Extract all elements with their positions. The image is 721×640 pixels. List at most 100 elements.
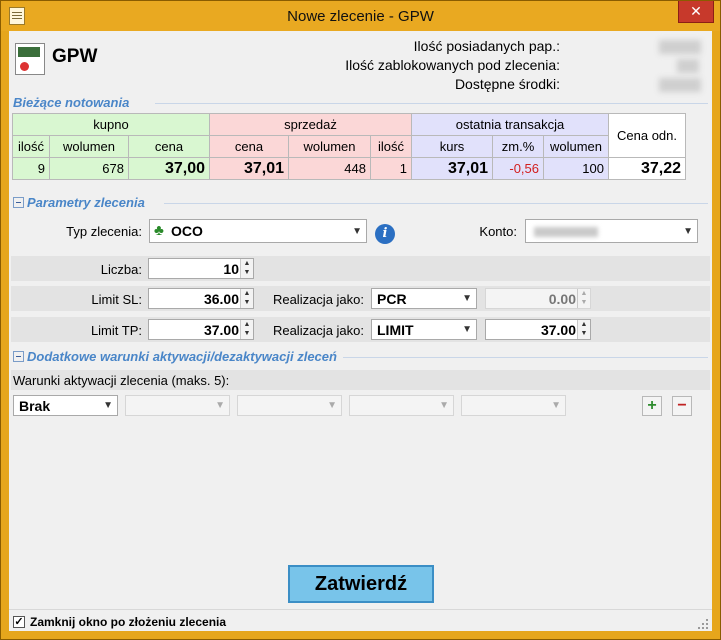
last-change-header: zm.%	[492, 135, 544, 158]
chevron-down-icon: ▼	[439, 400, 449, 411]
last-volume-value: 100	[543, 157, 609, 180]
order-type-select[interactable]: ♣ OCO ▼	[149, 219, 367, 243]
info-icon[interactable]: i	[375, 224, 395, 244]
chevron-down-icon: ▼	[462, 293, 472, 304]
chevron-down-icon: ▼	[327, 400, 337, 411]
last-change-value: -0,56	[492, 157, 544, 180]
quantity-label: Liczba:	[100, 262, 142, 277]
last-rate-header: kurs	[411, 135, 493, 158]
client-area: GPW Ilość posiadanych pap.: Ilość zablok…	[9, 31, 712, 631]
sell-group-header: sprzedaż	[209, 113, 412, 136]
available-funds-value	[659, 78, 701, 92]
sl-realization-value: PCR	[377, 291, 407, 307]
title-bar[interactable]: Nowe zlecenie - GPW ✕	[1, 1, 720, 31]
tp-realization-select[interactable]: LIMIT ▼	[371, 319, 477, 340]
tp-realization-label: Realizacja jako:	[272, 323, 364, 338]
section-divider	[343, 357, 708, 358]
sl-realization-select[interactable]: PCR ▼	[371, 288, 477, 309]
sl-price-stepper: 0.00 ▲ ▼	[485, 288, 591, 309]
chevron-down-icon: ▼	[352, 226, 362, 237]
buy-qty-value: 9	[12, 157, 50, 180]
submit-button[interactable]: Zatwierdź	[288, 565, 434, 603]
limit-sl-stepper[interactable]: 36.00 ▲ ▼	[148, 288, 254, 309]
buy-qty-header: ilość	[12, 135, 50, 158]
instrument-symbol: GPW	[52, 46, 98, 67]
limit-tp-value: 37.00	[203, 322, 239, 338]
last-trade-group-header: ostatnia transakcja	[411, 113, 609, 136]
account-select[interactable]: ▼	[525, 219, 698, 243]
buy-price-value: 37,00	[128, 157, 210, 180]
quantity-stepper[interactable]: 10 ▲ ▼	[148, 258, 254, 279]
order-params-section[interactable]: Parametry zlecenia	[13, 195, 145, 210]
footer-divider	[9, 609, 712, 610]
activation-label: Warunki aktywacji zlecenia (maks. 5):	[13, 373, 230, 388]
section-divider	[155, 103, 708, 104]
reference-price-header: Cena odn.	[608, 113, 686, 158]
stepper-arrows-icon: ▲ ▼	[577, 289, 590, 308]
order-params-section-title: Parametry zlecenia	[27, 195, 145, 210]
stepper-arrows-icon[interactable]: ▲ ▼	[240, 289, 253, 308]
collapse-icon[interactable]	[13, 197, 24, 208]
condition-select-2: ▼	[125, 395, 230, 416]
condition-select-1-value: Brak	[19, 398, 51, 414]
condition-select-3: ▼	[237, 395, 342, 416]
current-quotes-section-title: Bieżące notowania	[13, 95, 130, 110]
collapse-icon[interactable]	[13, 351, 24, 362]
buy-price-header: cena	[128, 135, 210, 158]
limit-tp-stepper[interactable]: 37.00 ▲ ▼	[148, 319, 254, 340]
condition-select-1[interactable]: Brak ▼	[13, 395, 118, 416]
close-after-checkbox[interactable]: ✓	[13, 616, 25, 628]
window-title: Nowe zlecenie - GPW	[287, 8, 434, 25]
instrument-logo	[15, 43, 45, 75]
sell-volume-header: wolumen	[288, 135, 371, 158]
quotes-table: kupno sprzedaż ostatnia transakcja Cena …	[12, 113, 686, 180]
limit-tp-label: Limit TP:	[90, 323, 142, 338]
sell-price-header: cena	[209, 135, 289, 158]
sell-qty-value: 1	[370, 157, 412, 180]
buy-group-header: kupno	[12, 113, 210, 136]
chevron-down-icon: ▼	[103, 400, 113, 411]
buy-volume-value: 678	[49, 157, 129, 180]
condition-select-4: ▼	[349, 395, 454, 416]
resize-grip-icon[interactable]	[698, 619, 708, 629]
chevron-down-icon: ▼	[683, 226, 693, 237]
conditions-section[interactable]: Dodatkowe warunki aktywacji/dezaktywacji…	[13, 349, 337, 364]
stepper-arrows-icon[interactable]: ▲ ▼	[577, 320, 590, 339]
sell-price-value: 37,01	[209, 157, 289, 180]
quantity-value: 10	[223, 261, 239, 277]
order-window: Nowe zlecenie - GPW ✕ GPW Ilość posiadan…	[0, 0, 721, 640]
account-value	[534, 227, 598, 237]
owned-securities-value	[659, 40, 701, 54]
limit-sl-label: Limit SL:	[91, 292, 142, 307]
stepper-arrows-icon[interactable]: ▲ ▼	[240, 320, 253, 339]
account-label: Konto:	[479, 224, 517, 239]
limit-sl-value: 36.00	[203, 291, 239, 307]
condition-select-5: ▼	[461, 395, 566, 416]
remove-condition-button[interactable]: −	[672, 396, 692, 416]
conditions-section-title: Dodatkowe warunki aktywacji/dezaktywacji…	[27, 349, 337, 364]
stepper-arrows-icon[interactable]: ▲ ▼	[240, 259, 253, 278]
close-after-label[interactable]: Zamknij okno po złożeniu zlecenia	[30, 615, 226, 629]
tp-price-stepper[interactable]: 37.00 ▲ ▼	[485, 319, 591, 340]
blocked-securities-label: Ilość zablokowanych pod zlecenia:	[345, 57, 560, 73]
order-type-label: Typ zlecenia:	[66, 224, 142, 239]
sell-qty-header: ilość	[370, 135, 412, 158]
buy-volume-header: wolumen	[49, 135, 129, 158]
close-button[interactable]: ✕	[678, 1, 714, 23]
last-rate-value: 37,01	[411, 157, 493, 180]
sl-realization-label: Realizacja jako:	[272, 292, 364, 307]
tp-realization-value: LIMIT	[377, 322, 414, 338]
last-volume-header: wolumen	[543, 135, 609, 158]
section-divider	[164, 203, 708, 204]
sell-volume-value: 448	[288, 157, 371, 180]
chevron-down-icon: ▼	[215, 400, 225, 411]
chevron-down-icon: ▼	[551, 400, 561, 411]
reference-price-value: 37,22	[608, 157, 686, 180]
clover-icon: ♣	[154, 222, 164, 239]
add-condition-button[interactable]: +	[642, 396, 662, 416]
order-type-value: OCO	[171, 223, 203, 239]
sl-price-value: 0.00	[548, 291, 576, 307]
chevron-down-icon: ▼	[462, 324, 472, 335]
blocked-securities-value	[677, 59, 699, 73]
tp-price-value: 37.00	[540, 322, 576, 338]
